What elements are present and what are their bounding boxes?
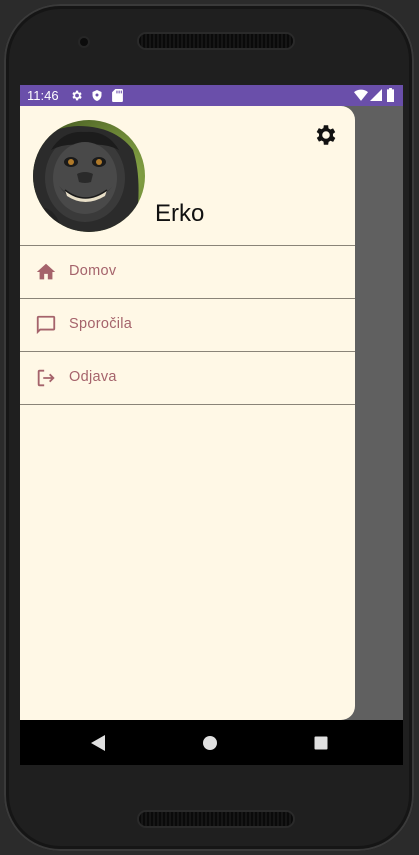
- back-button[interactable]: [68, 720, 128, 765]
- front-camera: [80, 38, 88, 46]
- recents-icon: [314, 736, 328, 749]
- menu-item-domov[interactable]: Domov: [20, 245, 355, 298]
- monkey-avatar-image: [33, 120, 145, 232]
- gear-icon[interactable]: [313, 122, 339, 148]
- bottom-speaker: [139, 812, 293, 826]
- screen: 11:46 Erko Domov Sporočila Odjava: [20, 85, 403, 765]
- navigation-drawer: Erko Domov Sporočila Odjava: [20, 106, 355, 720]
- home-button[interactable]: [180, 720, 240, 765]
- menu-item-label: Domov: [69, 263, 117, 279]
- shield-icon: [92, 90, 102, 101]
- gear-icon: [72, 90, 82, 101]
- wifi-icon: [354, 89, 368, 101]
- menu-item-sporocila[interactable]: Sporočila: [20, 298, 355, 351]
- status-time: 11:46: [27, 88, 59, 103]
- home-icon: [36, 263, 56, 280]
- home-circle-icon: [203, 735, 217, 750]
- recents-button[interactable]: [291, 720, 351, 765]
- system-navigation-bar: [20, 720, 403, 765]
- top-speaker: [139, 34, 293, 48]
- username: Erko: [155, 200, 205, 227]
- battery-icon: [387, 88, 394, 102]
- back-icon: [91, 734, 105, 751]
- status-bar: 11:46: [20, 85, 403, 106]
- menu-item-odjava[interactable]: Odjava: [20, 351, 355, 405]
- menu-item-label: Sporočila: [69, 316, 133, 332]
- menu-item-label: Odjava: [69, 369, 117, 385]
- message-icon: [36, 315, 56, 335]
- drawer-menu: Domov Sporočila Odjava: [20, 245, 355, 405]
- sd-card-icon: [112, 89, 123, 102]
- signal-icon: [370, 89, 382, 101]
- avatar[interactable]: [33, 120, 145, 232]
- logout-icon: [37, 369, 55, 387]
